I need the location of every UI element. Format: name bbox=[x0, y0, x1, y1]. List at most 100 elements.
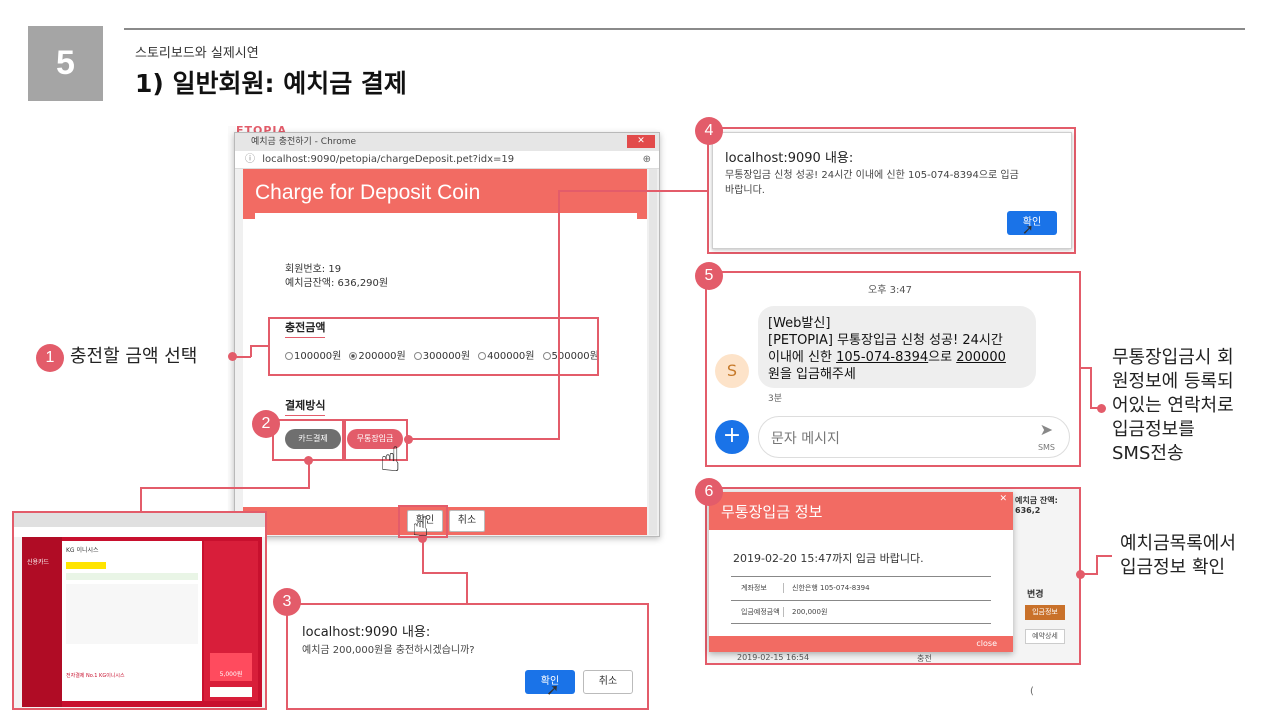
connector-line-6b bbox=[1096, 555, 1098, 575]
thumb-addressbar bbox=[14, 527, 265, 537]
stray-paren: ( bbox=[1030, 686, 1034, 697]
sms-line-3-mid: 으로 bbox=[928, 350, 957, 365]
info-key-account: 계좌정보 bbox=[741, 584, 767, 592]
thumb-card-grid bbox=[66, 584, 198, 644]
callout-select-amount: 충전할 금액 선택 bbox=[70, 346, 198, 367]
callout-5-line-1: 무통장입금시 회 bbox=[1112, 347, 1234, 368]
sms-bubble: [Web발신] [PETOPIA] 무통장입금 신청 성공! 24시간 이내에 … bbox=[758, 306, 1036, 388]
bg-reservation-detail-button[interactable]: 예약상세 bbox=[1025, 629, 1065, 644]
thumb-sidebar: 신용카드 bbox=[22, 537, 62, 707]
callout-6-line-2: 입금정보 확인 bbox=[1120, 557, 1226, 578]
sms-amount-link[interactable]: 200000 bbox=[956, 350, 1006, 365]
connector-line-card-c bbox=[140, 487, 142, 512]
connector-line-1c bbox=[250, 345, 269, 347]
alert-confirm-cancel-button[interactable]: 취소 bbox=[583, 670, 633, 694]
connector-line-bank-b bbox=[558, 190, 560, 440]
connector-line-card-b bbox=[140, 487, 310, 489]
charge-heading: Charge for Deposit Coin bbox=[243, 169, 647, 219]
heading-underline bbox=[255, 213, 637, 219]
alert-confirm: localhost:9090 내용: 예치금 200,000원을 충전하시겠습니… bbox=[288, 605, 647, 708]
thumb-right-panel: 5,000원 bbox=[204, 541, 258, 701]
bg-row-date: 2019-02-15 16:54 bbox=[737, 653, 810, 662]
thumb-pay-row-2 bbox=[66, 573, 198, 580]
thumb-main: KG 이니시스 전자결제 No.1 KG이니시스 bbox=[62, 541, 202, 701]
popup-close-button[interactable]: ✕ bbox=[627, 135, 655, 148]
card-payment-thumbnail: 신용카드 KG 이니시스 전자결제 No.1 KG이니시스 5,000원 bbox=[12, 511, 267, 710]
deposit-info-close[interactable]: close bbox=[709, 636, 1013, 652]
info-row-amount: 입금예정금액 200,000원 bbox=[731, 600, 991, 624]
amount-highlight bbox=[268, 317, 599, 376]
deposit-info-title: 무통장입금 정보 bbox=[709, 492, 1013, 530]
bg-row-type: 충전 bbox=[917, 654, 932, 663]
sms-account-link[interactable]: 105-074-8394 bbox=[836, 350, 928, 365]
slide: 5 스토리보드와 실제시연 1) 일반회원: 예치금 결제 ETOPIA 예치금… bbox=[0, 0, 1280, 720]
thumb-next-button[interactable] bbox=[210, 687, 252, 697]
modal-close-icon[interactable]: ✕ bbox=[999, 494, 1007, 504]
pointer-hand-icon: ☝ bbox=[380, 440, 401, 480]
deposit-deadline: 2019-02-20 15:47까지 입금 바랍니다. bbox=[733, 552, 924, 565]
info-value-amount: 200,000원 bbox=[783, 607, 827, 617]
sms-send-label: SMS bbox=[1037, 443, 1055, 452]
thumb-title: KG 이니시스 bbox=[66, 547, 99, 554]
callout-deposit-list: 예치금목록에서 입금정보 확인 bbox=[1120, 532, 1236, 580]
step-badge-2: 2 bbox=[252, 410, 280, 438]
sms-line-4: 원을 입금해주세 bbox=[768, 367, 856, 382]
connector-line-bank-c bbox=[558, 190, 708, 192]
callout-5-line-3: 어있는 연락처로 bbox=[1112, 395, 1234, 416]
connector-line-confirm-b bbox=[422, 572, 468, 574]
connector-line-confirm-c bbox=[466, 572, 468, 604]
thumb-footer: 전자결제 No.1 KG이니시스 bbox=[66, 673, 125, 679]
thumb-titlebar bbox=[14, 513, 265, 527]
sms-line-3: 이내에 신한 105-074-8394으로 200000 bbox=[768, 349, 1026, 366]
connector-dot-card bbox=[304, 456, 313, 465]
sms-line-1: [Web발신] bbox=[768, 316, 831, 331]
alert-confirm-title: localhost:9090 내용: bbox=[302, 625, 431, 640]
connector-dot-5 bbox=[1097, 404, 1106, 413]
cursor-arrow-icon: ➚ bbox=[546, 680, 560, 699]
address-bar: ⓘ localhost:9090/petopia/chargeDeposit.p… bbox=[235, 151, 659, 169]
sms-avatar: S bbox=[715, 354, 749, 388]
slide-subtitle: 스토리보드와 실제시연 bbox=[135, 46, 259, 61]
callout-sms-info: 무통장입금시 회 원정보에 등록되 어있는 연락처로 입금정보를 SMS전송 bbox=[1112, 346, 1234, 466]
member-info: 회원번호: 19 예치금잔액: 636,290원 bbox=[285, 263, 388, 291]
callout-5-line-5: SMS전송 bbox=[1112, 443, 1184, 464]
sms-line-2: [PETOPIA] 무통장입금 신청 성공! 24시간 bbox=[768, 333, 1003, 348]
connector-dot-6 bbox=[1076, 570, 1085, 579]
connector-dot-bank bbox=[404, 435, 413, 444]
callout-5-line-4: 입금정보를 bbox=[1112, 419, 1195, 440]
step-badge-3: 3 bbox=[273, 588, 301, 616]
sms-ago: 3분 bbox=[768, 394, 783, 404]
info-icon: ⓘ bbox=[245, 154, 255, 165]
scrollbar[interactable] bbox=[649, 169, 657, 535]
sms-input-placeholder: 문자 메시지 bbox=[771, 431, 840, 447]
thumb-amount: 5,000원 bbox=[210, 653, 252, 681]
cancel-button[interactable]: 취소 bbox=[449, 510, 485, 532]
info-key-amount: 입금예정금액 bbox=[741, 608, 780, 616]
bg-deposit-info-button[interactable]: 입금정보 bbox=[1025, 605, 1065, 620]
send-icon[interactable]: ➤ bbox=[1040, 420, 1053, 439]
slide-number: 5 bbox=[28, 26, 103, 101]
zoom-icon[interactable]: ⊕ bbox=[643, 151, 651, 169]
add-attachment-button[interactable]: + bbox=[715, 420, 749, 454]
sms-input-box[interactable]: 문자 메시지 ➤ SMS bbox=[758, 416, 1070, 458]
deposit-info-table: 계좌정보 신한은행 105-074-8394 입금예정금액 200,000원 bbox=[731, 576, 991, 624]
callout-6-line-1: 예치금목록에서 bbox=[1120, 533, 1236, 554]
alert-success-message-2: 바랍니다. bbox=[725, 185, 765, 196]
alert-success-message-1: 무통장입금 신청 성공! 24시간 이내에 신한 105-074-8394으로 … bbox=[725, 170, 1019, 181]
alert-confirm-message: 예치금 200,000원을 충전하시겠습니까? bbox=[302, 645, 475, 656]
connector-line-bank-a bbox=[408, 438, 560, 440]
deposit-balance: 예치금잔액: 636,290원 bbox=[285, 278, 389, 289]
bg-change-header: 변경 bbox=[1027, 590, 1044, 600]
address-url[interactable]: localhost:9090/petopia/chargeDeposit.pet… bbox=[262, 154, 514, 165]
member-number: 회원번호: 19 bbox=[285, 264, 342, 275]
cursor-arrow-icon-2: ➚ bbox=[1022, 222, 1034, 238]
slide-title: 1) 일반회원: 예치금 결제 bbox=[135, 69, 407, 98]
popup-titlebar: 예치금 충전하기 - Chrome ✕ bbox=[235, 133, 659, 151]
info-row-account: 계좌정보 신한은행 105-074-8394 bbox=[731, 576, 991, 600]
step-badge-1: 1 bbox=[36, 344, 64, 372]
deposit-info-modal: 무통장입금 정보 ✕ 2019-02-20 15:47까지 입금 바랍니다. 계… bbox=[709, 492, 1013, 652]
step-badge-5: 5 bbox=[695, 262, 723, 290]
popup-window-title: 예치금 충전하기 - Chrome bbox=[251, 137, 357, 147]
connector-line-5b bbox=[1090, 367, 1092, 409]
method-label: 결제방식 bbox=[285, 397, 326, 416]
